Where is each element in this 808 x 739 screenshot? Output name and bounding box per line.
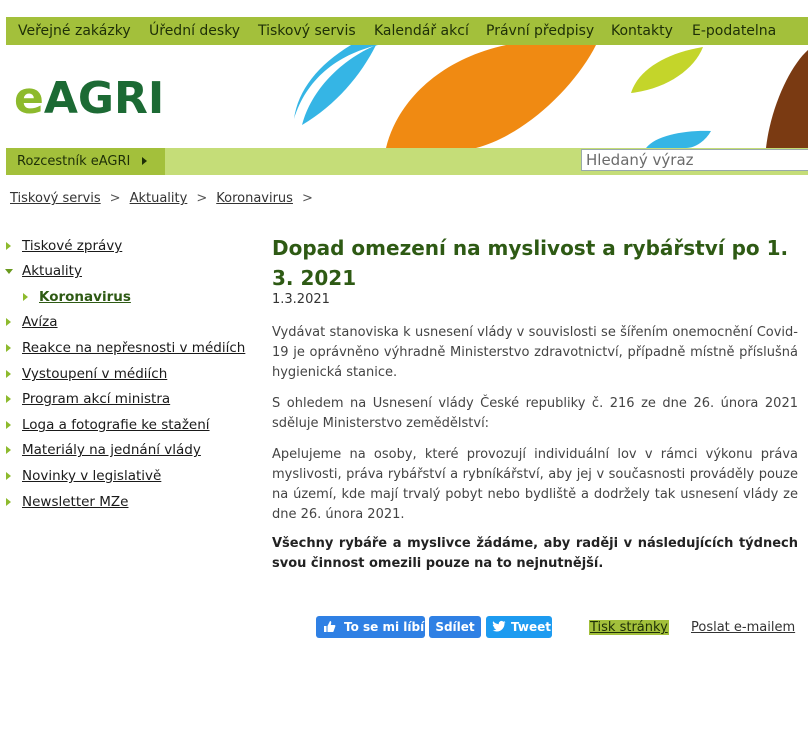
topnav-e-podatelna[interactable]: E-podatelna [692, 17, 776, 45]
chevron-right-icon [23, 293, 28, 301]
topnav-uredni-desky[interactable]: Úřední desky [149, 17, 240, 45]
arrow-right-icon [142, 157, 147, 165]
sidebar-item-label[interactable]: Aktuality [22, 263, 82, 279]
sidebar-item-label[interactable]: Novinky v legislativě [22, 468, 161, 484]
send-email-link[interactable]: Poslat e-mailem [691, 620, 795, 635]
topnav-pravni-predpisy[interactable]: Právní předpisy [486, 17, 594, 45]
sidebar-item-label[interactable]: Loga a fotografie ke stažení [22, 417, 210, 433]
article-paragraph-bold: Všechny rybáře a myslivce žádáme, aby ra… [272, 536, 798, 571]
rozcestnik-button[interactable]: Rozcestník eAGRI [6, 148, 165, 175]
share-label: Sdílet [435, 620, 475, 634]
facebook-like-button[interactable]: To se mi líbí [316, 616, 425, 638]
sidebar-item-label[interactable]: Newsletter MZe [22, 494, 128, 510]
logo-e: e [14, 73, 44, 124]
like-label: To se mi líbí [344, 620, 425, 634]
top-navigation: Veřejné zakázky Úřední desky Tiskový ser… [6, 17, 808, 45]
chevron-right-icon [6, 344, 11, 352]
chevron-right-icon [6, 370, 11, 378]
site-header: eAGRI [6, 45, 808, 148]
rozcestnik-label: Rozcestník eAGRI [17, 154, 131, 169]
thumbs-up-icon [323, 620, 337, 634]
sidebar-item-label[interactable]: Koronavirus [39, 289, 131, 305]
logo-agri: AGRI [43, 73, 165, 124]
sidebar-item-label[interactable]: Tiskové zprávy [22, 238, 122, 254]
breadcrumb-separator: > [109, 191, 121, 206]
topnav-kontakty[interactable]: Kontakty [611, 17, 673, 45]
article-paragraph: Apelujeme na osoby, které provozují indi… [272, 447, 798, 522]
breadcrumb-koronavirus[interactable]: Koronavirus [216, 191, 293, 206]
sidebar-item-label[interactable]: Avíza [22, 314, 58, 330]
breadcrumb-separator: > [196, 191, 208, 206]
print-page-link[interactable]: Tisk stránky [589, 620, 669, 635]
breadcrumb-separator: > [301, 191, 313, 206]
sidebar-item-label[interactable]: Vystoupení v médiích [22, 366, 167, 382]
sidebar-item-label[interactable]: Reakce na nepřesnosti v médiích [22, 340, 245, 356]
twitter-bird-icon [492, 620, 506, 634]
tweet-label: Tweet [511, 620, 551, 634]
topnav-tiskovy-servis[interactable]: Tiskový servis [258, 17, 356, 45]
article-date: 1.3.2021 [272, 292, 330, 307]
breadcrumb-aktuality[interactable]: Aktuality [130, 191, 188, 206]
chevron-right-icon [6, 446, 11, 454]
eagri-logo[interactable]: eAGRI [14, 73, 164, 125]
article-paragraph: S ohledem na Usnesení vlády České republ… [272, 396, 798, 431]
chevron-right-icon [6, 472, 11, 480]
secondary-bar: Rozcestník eAGRI [6, 148, 808, 175]
chevron-right-icon [6, 421, 11, 429]
facebook-share-button[interactable]: Sdílet [429, 616, 481, 638]
article-paragraph: Vydávat stanoviska k usnesení vlády v so… [272, 325, 798, 380]
chevron-right-icon [6, 395, 11, 403]
article-title: Dopad omezení na myslivost a rybářství p… [272, 236, 789, 290]
chevron-right-icon [6, 242, 11, 250]
sidebar-item-label[interactable]: Program akcí ministra [22, 391, 170, 407]
tweet-button[interactable]: Tweet [486, 616, 552, 638]
breadcrumb: Tiskový servis > Aktuality > Koronavirus > [10, 191, 322, 206]
chevron-down-icon [5, 269, 13, 274]
sidebar-item-label[interactable]: Materiály na jednání vlády [22, 442, 201, 458]
chevron-right-icon [6, 318, 11, 326]
search-input[interactable] [581, 149, 808, 171]
breadcrumb-tiskovy-servis[interactable]: Tiskový servis [10, 191, 101, 206]
topnav-kalendar-akci[interactable]: Kalendář akcí [374, 17, 469, 45]
chevron-right-icon [6, 498, 11, 506]
topnav-verejne-zakazky[interactable]: Veřejné zakázky [18, 17, 131, 45]
